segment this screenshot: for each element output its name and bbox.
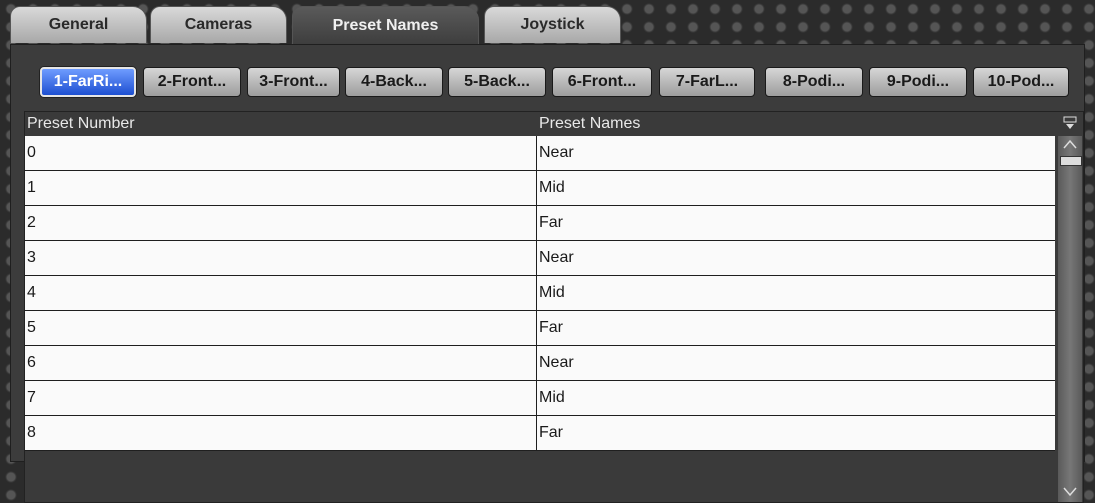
preset-name-cell[interactable]: Near (537, 136, 1055, 170)
camera-button-2[interactable]: 2-Front... (143, 67, 241, 97)
table-row[interactable]: 0 Near (25, 136, 1055, 171)
preset-number-cell: 1 (25, 171, 537, 205)
table-row[interactable]: 5 Far (25, 311, 1055, 346)
tab-label: Joystick (520, 16, 585, 33)
preset-name-cell[interactable]: Far (537, 206, 1055, 240)
vertical-scrollbar[interactable] (1058, 136, 1082, 502)
camera-button-8[interactable]: 8-Podi... (765, 67, 863, 97)
camera-button-4[interactable]: 4-Back... (345, 67, 443, 97)
table-header: Preset Number Preset Names (25, 112, 1055, 136)
camera-button-7[interactable]: 7-FarL... (659, 67, 755, 97)
camera-button-6[interactable]: 6-Front... (552, 67, 652, 97)
tab-bar: General Cameras Preset Names Joystick (10, 6, 621, 45)
tab-label: Cameras (184, 16, 253, 33)
preset-name-cell[interactable]: Near (537, 241, 1055, 275)
preset-name-cell[interactable]: Far (537, 311, 1055, 345)
scrollbar-thumb[interactable] (1060, 156, 1082, 166)
tab-label: General (48, 16, 109, 33)
camera-button-9[interactable]: 9-Podi... (869, 67, 967, 97)
table-row[interactable]: 1 Mid (25, 171, 1055, 206)
chevron-up-icon[interactable] (1058, 136, 1082, 154)
column-header-preset-names[interactable]: Preset Names (539, 115, 640, 133)
table-row[interactable]: 4 Mid (25, 276, 1055, 311)
camera-button-10[interactable]: 10-Pod... (973, 67, 1069, 97)
preset-number-cell: 2 (25, 206, 537, 240)
table-row[interactable]: 7 Mid (25, 381, 1055, 416)
preset-table: Preset Number Preset Names 0 Near 1 Mid 2 Far… (24, 111, 1084, 503)
preset-name-cell[interactable]: Mid (537, 276, 1055, 310)
preset-number-cell: 5 (25, 311, 537, 345)
preset-names-panel: 1-FarRi... 2-Front... 3-Front... 4-Back.… (10, 44, 1085, 503)
camera-button-1[interactable]: 1-FarRi... (40, 67, 136, 97)
preset-name-cell[interactable]: Near (537, 346, 1055, 380)
chevron-down-icon[interactable] (1058, 484, 1082, 502)
table-row[interactable]: 2 Far (25, 206, 1055, 241)
tab-preset-names[interactable]: Preset Names (292, 6, 479, 45)
table-body: 0 Near 1 Mid 2 Far 3 Near 4 Mid 5 Far 6 Near 7 Mid 8 Far (25, 136, 1055, 451)
preset-name-cell[interactable]: Mid (537, 171, 1055, 205)
camera-button-5[interactable]: 5-Back... (448, 67, 546, 97)
camera-button-3[interactable]: 3-Front... (247, 67, 340, 97)
preset-number-cell: 3 (25, 241, 537, 275)
tab-label: Preset Names (332, 17, 439, 34)
column-header-preset-number[interactable]: Preset Number (27, 115, 135, 133)
preset-number-cell: 6 (25, 346, 537, 380)
preset-name-cell[interactable]: Far (537, 416, 1055, 450)
tab-cameras[interactable]: Cameras (150, 6, 287, 43)
preset-number-cell: 7 (25, 381, 537, 415)
table-row[interactable]: 3 Near (25, 241, 1055, 276)
tab-general[interactable]: General (10, 6, 147, 43)
preset-number-cell: 8 (25, 416, 537, 450)
preset-name-cell[interactable]: Mid (537, 381, 1055, 415)
preset-number-cell: 4 (25, 276, 537, 310)
table-row[interactable]: 8 Far (25, 416, 1055, 451)
table-row[interactable]: 6 Near (25, 346, 1055, 381)
preset-number-cell: 0 (25, 136, 537, 170)
column-chooser-icon[interactable] (1063, 116, 1079, 132)
tab-joystick[interactable]: Joystick (484, 6, 621, 43)
